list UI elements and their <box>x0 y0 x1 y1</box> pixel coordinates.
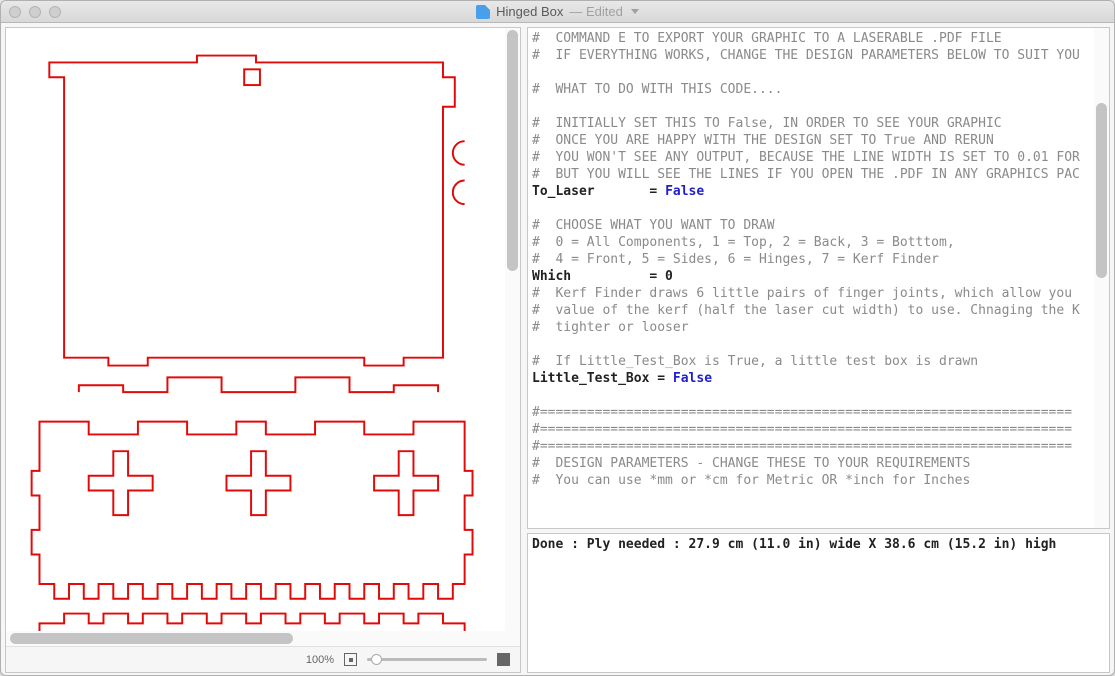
graphics-preview-pane: 100% <box>5 27 521 673</box>
console-output-pane[interactable]: Done : Ply needed : 27.9 cm (11.0 in) wi… <box>527 533 1110 673</box>
scrollbar-thumb[interactable] <box>507 30 518 271</box>
scrollbar-thumb[interactable] <box>1096 103 1107 278</box>
box-cut-drawing <box>6 28 506 631</box>
zoom-out-icon[interactable] <box>344 653 357 666</box>
zoom-window-button[interactable] <box>49 6 61 18</box>
zoom-fit-icon[interactable] <box>497 653 510 666</box>
chevron-down-icon <box>631 9 639 14</box>
zoom-slider[interactable] <box>367 658 487 661</box>
right-pane: # COMMAND E TO EXPORT YOUR GRAPHIC TO A … <box>527 27 1110 673</box>
console-output-text: Done : Ply needed : 27.9 cm (11.0 in) wi… <box>528 534 1109 555</box>
edited-indicator: — Edited <box>569 4 622 19</box>
document-title: Hinged Box <box>496 4 563 19</box>
traffic-lights <box>9 6 61 18</box>
preview-canvas[interactable] <box>6 28 520 631</box>
zoom-level-label: 100% <box>306 654 334 666</box>
preview-horizontal-scrollbar[interactable] <box>6 631 520 646</box>
code-vertical-scrollbar[interactable] <box>1094 28 1109 528</box>
window-title: Hinged Box — Edited <box>1 4 1114 19</box>
content-area: 100% # COMMAND E TO EXPORT YOUR GRAPHIC … <box>1 23 1114 673</box>
code-editor[interactable]: # COMMAND E TO EXPORT YOUR GRAPHIC TO A … <box>527 27 1110 529</box>
app-window: Hinged Box — Edited <box>0 0 1115 676</box>
titlebar[interactable]: Hinged Box — Edited <box>1 1 1114 23</box>
document-icon <box>476 5 490 19</box>
code-text[interactable]: # COMMAND E TO EXPORT YOUR GRAPHIC TO A … <box>528 28 1109 491</box>
zoom-toolbar: 100% <box>6 646 520 672</box>
minimize-window-button[interactable] <box>29 6 41 18</box>
slider-thumb[interactable] <box>371 654 382 665</box>
close-window-button[interactable] <box>9 6 21 18</box>
preview-vertical-scrollbar[interactable] <box>505 28 520 631</box>
scrollbar-thumb[interactable] <box>10 633 293 644</box>
